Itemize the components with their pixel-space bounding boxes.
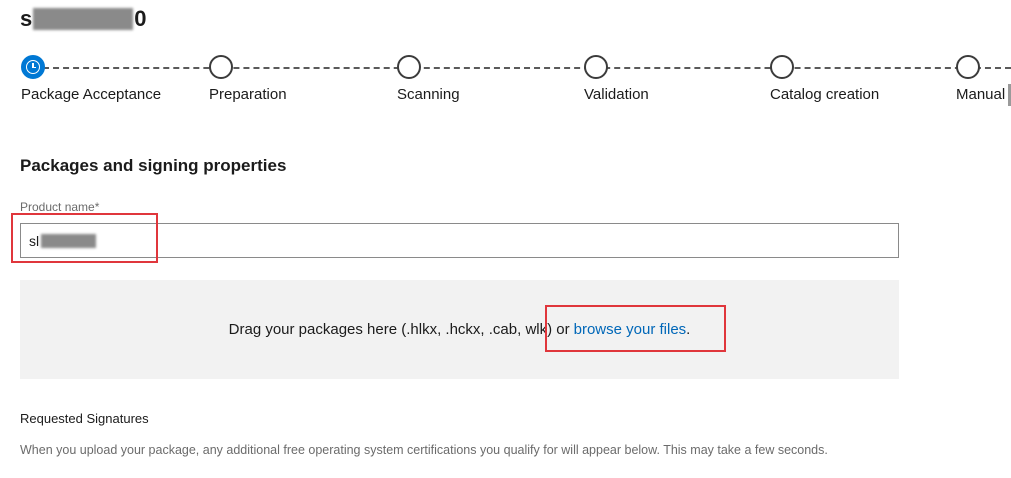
section-title: Packages and signing properties xyxy=(20,156,287,175)
progress-stepper: Package Acceptance Preparation Scanning … xyxy=(0,55,1011,115)
highlight-box xyxy=(545,305,726,352)
stepper-dashed-line xyxy=(33,67,1011,69)
requested-signatures-description: When you upload your package, any additi… xyxy=(20,443,828,457)
step-circle xyxy=(584,55,608,79)
title-end: 0 xyxy=(134,6,147,31)
redacted-title xyxy=(33,8,134,30)
step-circle xyxy=(956,55,980,79)
step-circle xyxy=(209,55,233,79)
step-circle-active xyxy=(21,55,45,79)
package-dropzone[interactable]: Drag your packages here (.hlkx, .hckx, .… xyxy=(20,280,899,379)
highlight-box xyxy=(11,213,158,263)
page-title: s 0 xyxy=(20,4,147,34)
step-label: Manual xyxy=(956,86,1006,103)
step-circle xyxy=(397,55,421,79)
requested-signatures-title: Requested Signatures xyxy=(20,411,149,426)
step-label: Scanning xyxy=(397,86,460,103)
product-name-label: Product name* xyxy=(20,200,99,214)
dropzone-text: Drag your packages here (.hlkx, .hckx, .… xyxy=(228,321,570,338)
required-mark: * xyxy=(94,200,100,214)
step-label: Package Acceptance xyxy=(21,86,162,103)
product-name-label-text: Product name xyxy=(20,200,95,214)
step-label: Preparation xyxy=(209,86,287,103)
step-label: Validation xyxy=(584,86,649,103)
step-circle xyxy=(770,55,794,79)
clock-icon xyxy=(26,60,40,74)
title-start: s xyxy=(20,6,33,31)
step-label: Catalog creation xyxy=(770,86,880,103)
